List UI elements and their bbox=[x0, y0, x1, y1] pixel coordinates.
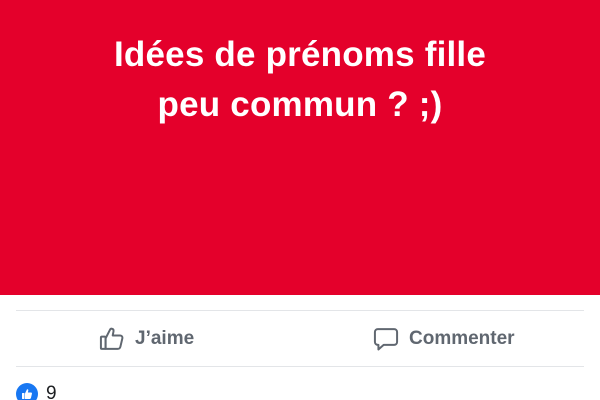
divider-top bbox=[16, 310, 584, 311]
post-action-bar: J’aime Commenter bbox=[0, 312, 600, 366]
comment-button[interactable]: Commenter bbox=[372, 312, 515, 366]
thumbs-up-outline-icon bbox=[98, 325, 126, 353]
post-text-line-1: Idées de prénoms fille bbox=[113, 35, 487, 74]
like-button[interactable]: J’aime bbox=[98, 312, 194, 366]
comment-button-label: Commenter bbox=[409, 328, 515, 349]
speech-bubble-icon bbox=[372, 325, 400, 353]
like-button-label: J’aime bbox=[135, 328, 195, 349]
reactions-summary[interactable]: 9 bbox=[16, 382, 57, 400]
reaction-count: 9 bbox=[46, 383, 57, 400]
post-text-line-2: peu commun ? ;) bbox=[157, 85, 443, 124]
like-reaction-icon bbox=[16, 383, 38, 400]
divider-bottom bbox=[16, 366, 584, 367]
facebook-post: Idées de prénoms fille peu commun ? ;) J’… bbox=[0, 0, 600, 400]
post-background: Idées de prénoms fille peu commun ? ;) bbox=[0, 0, 600, 295]
post-text: Idées de prénoms fille peu commun ? ;) bbox=[40, 30, 560, 130]
